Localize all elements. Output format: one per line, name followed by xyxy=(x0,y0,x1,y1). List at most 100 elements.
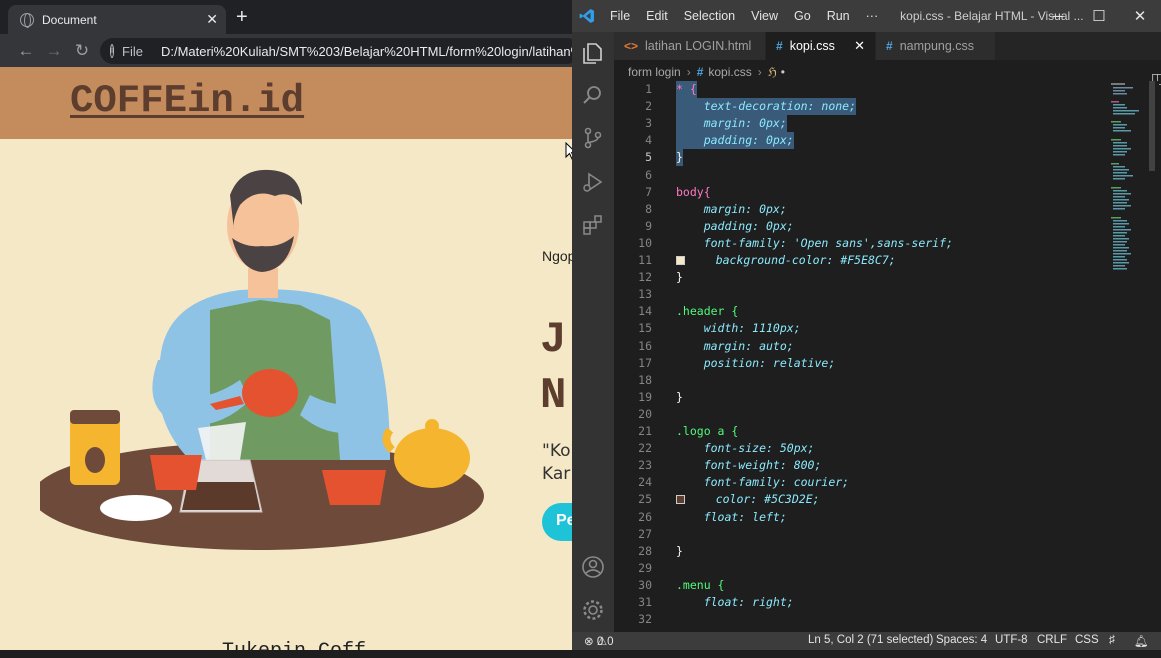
encoding[interactable]: UTF-8 xyxy=(995,634,1028,646)
menu-more[interactable]: ··· xyxy=(858,9,887,23)
code-line-22[interactable]: font-size: 50px; xyxy=(676,440,815,457)
back-arrow-icon[interactable]: ← xyxy=(12,41,40,61)
line-number: 21 xyxy=(638,424,652,438)
tab-label: latihan LOGIN.html xyxy=(645,39,752,53)
file-scheme-label: File xyxy=(122,43,143,59)
symbol-selector-icon[interactable]: ℌ xyxy=(768,65,777,79)
site-logo-link[interactable]: COFFEin.id xyxy=(70,79,304,123)
code-line-19[interactable]: } xyxy=(676,389,683,406)
line-number: 31 xyxy=(638,595,652,609)
code-line-9[interactable]: padding: 0px; xyxy=(676,218,794,235)
browser-toolbar: ← → ↻ i File D:/Materi%20Kuliah/SMT%203/… xyxy=(0,34,572,67)
menu-edit[interactable]: Edit xyxy=(638,9,676,23)
code-line-16[interactable]: margin: auto; xyxy=(676,338,794,355)
tab-nampung-css[interactable]: # nampung.css xyxy=(876,32,996,60)
code-line-31[interactable]: float: right; xyxy=(676,594,794,611)
close-tab-icon[interactable]: ✕ xyxy=(206,11,218,28)
address-bar[interactable]: i File D:/Materi%20Kuliah/SMT%203/Belaja… xyxy=(100,38,572,64)
hero-heading: J N xyxy=(540,312,566,424)
code-line-23[interactable]: font-weight: 800; xyxy=(676,457,822,474)
code-editor[interactable]: 1 2 3 4 5 6 7 8 9 10 11 12 13 14 15 16 1… xyxy=(614,81,1109,630)
code-line-3[interactable]: margin: 0px; xyxy=(676,115,787,133)
minimize-icon[interactable]: ─ xyxy=(1038,0,1078,32)
tab-latihan-login-html[interactable]: <> latihan LOGIN.html xyxy=(614,32,766,60)
forward-arrow-icon[interactable]: → xyxy=(40,41,68,61)
code-line-26[interactable]: float: left; xyxy=(676,509,787,526)
code-line-25[interactable]: color: #5C3D2E; xyxy=(676,491,820,508)
line-number: 3 xyxy=(645,116,652,131)
chevron-right-icon: › xyxy=(686,65,691,79)
breadcrumb-folder[interactable]: form login xyxy=(628,65,681,79)
menu-file[interactable]: File xyxy=(602,9,638,23)
code-line-11[interactable]: background-color: #F5E8C7; xyxy=(676,252,896,269)
code-line-15[interactable]: width: 1110px; xyxy=(676,320,801,337)
settings-gear-icon[interactable] xyxy=(580,597,606,623)
new-tab-icon[interactable]: + xyxy=(236,6,248,28)
problems-indicator[interactable]: ⊗ 0 ⚠ 0 xyxy=(584,634,614,648)
source-control-icon[interactable] xyxy=(580,125,606,151)
code-line-25-text: color: #5C3D2E; xyxy=(688,492,820,507)
scrollbar-thumb[interactable] xyxy=(1149,81,1155,171)
hero-quote: "Ko Kar xyxy=(542,440,571,486)
code-line-7[interactable]: body{ xyxy=(676,184,711,201)
status-bar: ⊗ 0 ⚠ 0 Ln 5, Col 2 (71 selected) Spaces… xyxy=(572,632,1161,650)
line-number: 32 xyxy=(638,612,652,627)
code-line-14[interactable]: .header { xyxy=(676,303,738,320)
explorer-icon[interactable] xyxy=(580,40,606,66)
css-file-icon: # xyxy=(886,39,893,53)
html-file-icon: <> xyxy=(624,39,639,53)
line-number: 18 xyxy=(638,372,652,387)
color-swatch[interactable] xyxy=(676,495,685,505)
cursor-position[interactable]: Ln 5, Col 2 (71 selected) xyxy=(808,634,933,646)
hero-quote-line-2: Kar xyxy=(542,464,571,484)
close-window-icon[interactable]: ✕ xyxy=(1120,0,1160,32)
line-number: 26 xyxy=(638,509,652,524)
code-line-10[interactable]: font-family: 'Open sans',sans-serif; xyxy=(676,235,953,252)
desktop-screen: Document ✕ + ← → ↻ i File D:/Materi%20Ku… xyxy=(0,0,1161,658)
warning-count: 0 xyxy=(607,636,614,648)
menu-selection[interactable]: Selection xyxy=(676,9,743,23)
extensions-icon[interactable] xyxy=(580,212,606,238)
hero-heading-line-1: J xyxy=(540,315,567,365)
feedback-icon[interactable]: ♯ xyxy=(1109,634,1115,646)
notifications-bell-icon[interactable]: 🔔︎ xyxy=(1134,634,1149,648)
menu-run[interactable]: Run xyxy=(819,9,858,23)
code-line-24[interactable]: font-family: courier; xyxy=(676,474,849,491)
vscode-logo-icon xyxy=(572,0,602,32)
menu-view[interactable]: View xyxy=(743,9,786,23)
tab-label: kopi.css xyxy=(789,39,835,53)
code-line-28[interactable]: } xyxy=(676,543,683,560)
close-tab-icon[interactable]: ✕ xyxy=(854,38,865,54)
color-swatch[interactable] xyxy=(676,256,685,265)
line-number: 4 xyxy=(645,133,652,148)
reload-icon[interactable]: ↻ xyxy=(68,41,96,61)
url-text[interactable]: D:/Materi%20Kuliah/SMT%203/Belajar%20HTM… xyxy=(161,44,572,59)
account-icon[interactable] xyxy=(580,554,606,580)
code-line-8[interactable]: margin: 0px; xyxy=(676,201,787,218)
maximize-icon[interactable]: ☐ xyxy=(1079,0,1119,32)
css-file-icon: # xyxy=(776,39,783,53)
code-line-17[interactable]: position: relative; xyxy=(676,355,836,372)
code-line-2[interactable]: text-decoration: none; xyxy=(676,98,857,116)
end-of-line[interactable]: CRLF xyxy=(1037,634,1067,646)
section-heading: Tukepin Coff xyxy=(222,640,366,650)
search-icon[interactable] xyxy=(580,82,606,108)
run-debug-icon[interactable] xyxy=(580,169,606,195)
code-line-4[interactable]: padding: 0px; xyxy=(676,132,794,150)
menu-go[interactable]: Go xyxy=(786,9,819,23)
code-line-30[interactable]: .menu { xyxy=(676,577,724,594)
minimap[interactable] xyxy=(1109,81,1149,281)
indentation[interactable]: Spaces: 4 xyxy=(936,634,987,646)
code-line-5[interactable]: } xyxy=(676,149,683,167)
chevron-right-icon: › xyxy=(757,65,762,79)
breadcrumb-file[interactable]: kopi.css xyxy=(708,65,751,79)
language-mode[interactable]: CSS xyxy=(1075,634,1099,646)
code-line-12[interactable]: } xyxy=(676,269,683,286)
breadcrumb-modified-marker: • xyxy=(780,65,785,79)
code-line-21[interactable]: .logo a { xyxy=(676,423,738,440)
hero-cta-button[interactable]: Pe xyxy=(542,503,572,541)
browser-tab[interactable]: Document ✕ xyxy=(8,5,226,34)
info-icon[interactable]: i xyxy=(110,44,114,58)
code-line-1[interactable]: * { xyxy=(676,81,697,99)
tab-kopi-css[interactable]: # kopi.css ✕ xyxy=(766,32,876,60)
